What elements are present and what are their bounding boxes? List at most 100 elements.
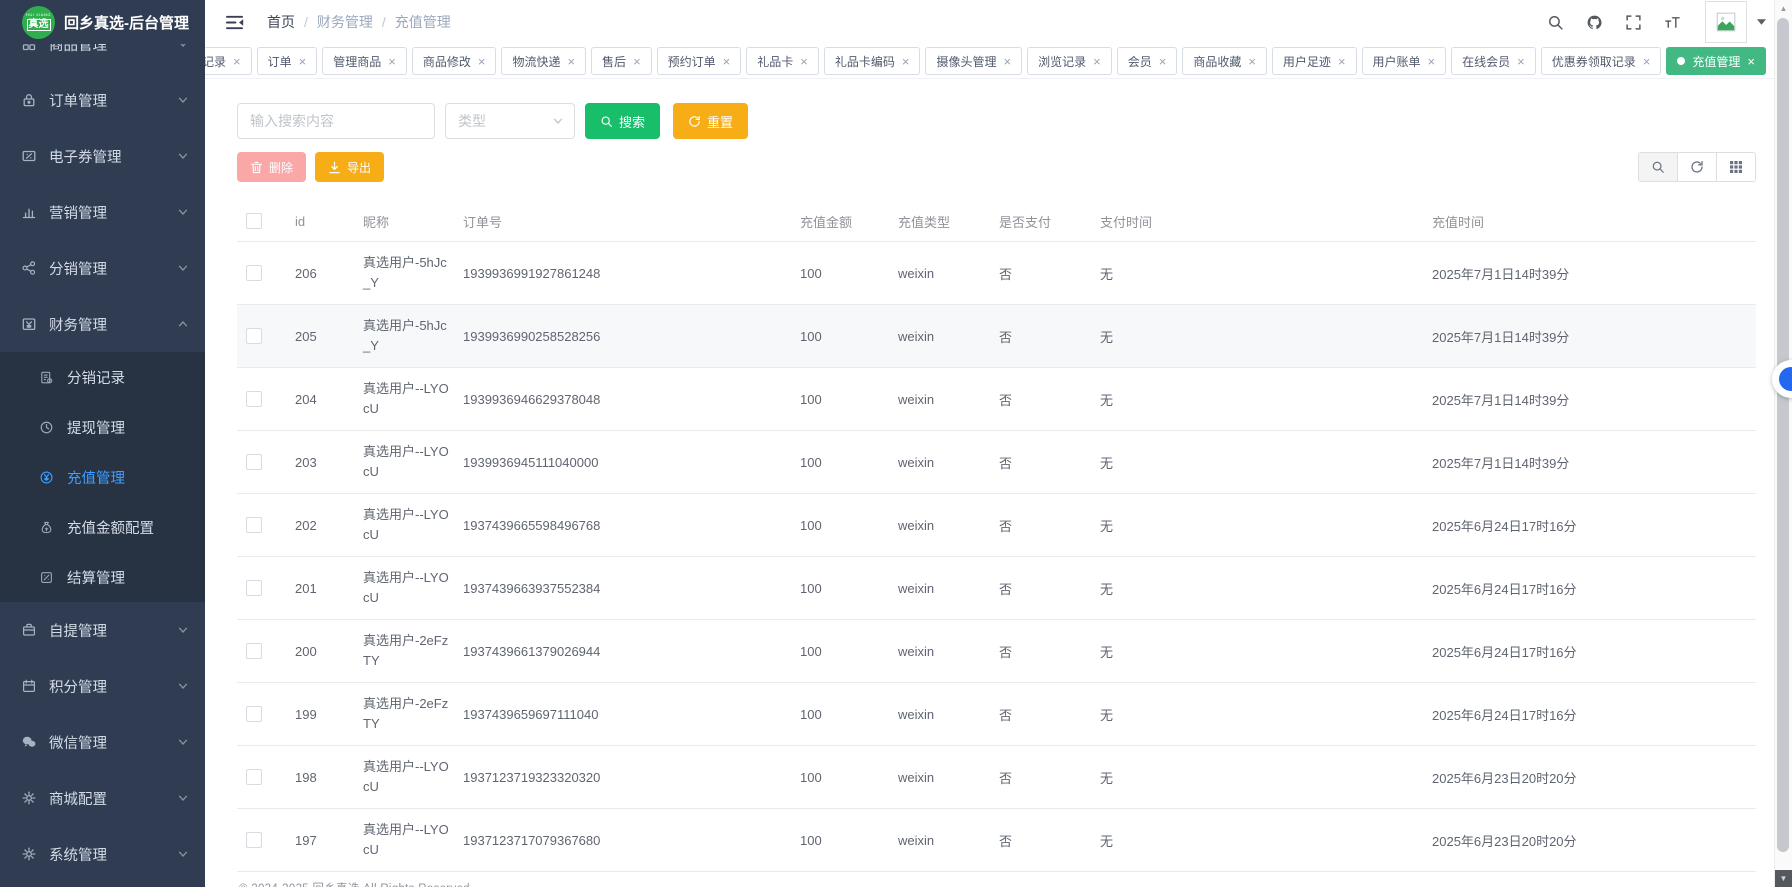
tab-商品修改[interactable]: 商品修改× bbox=[412, 47, 497, 75]
copyright: © 2024-2025 回乡真选 All Rights Reserved · bbox=[237, 872, 1756, 887]
reset-button[interactable]: 重置 bbox=[673, 103, 748, 139]
fontsize-icon[interactable] bbox=[1664, 14, 1681, 31]
tab-浏览记录[interactable]: 浏览记录× bbox=[1027, 47, 1112, 75]
close-icon[interactable]: × bbox=[233, 55, 241, 68]
refresh-view-button[interactable] bbox=[1677, 153, 1716, 181]
close-icon[interactable]: × bbox=[1159, 55, 1167, 68]
tab-礼品卡[interactable]: 礼品卡× bbox=[746, 47, 819, 75]
row-checkbox[interactable] bbox=[246, 517, 262, 533]
grid9-view-button[interactable] bbox=[1716, 153, 1755, 181]
share-icon bbox=[21, 260, 37, 276]
column-header-昵称: 昵称 bbox=[363, 212, 463, 231]
close-icon[interactable]: × bbox=[1747, 55, 1755, 68]
select-all-checkbox[interactable] bbox=[246, 213, 262, 229]
export-button[interactable]: 导出 bbox=[315, 152, 384, 182]
search-button[interactable]: 搜索 bbox=[585, 103, 660, 139]
close-icon[interactable]: × bbox=[567, 55, 575, 68]
search-view-button[interactable] bbox=[1639, 153, 1677, 181]
sidebar-subitem-充值管理[interactable]: 充值管理 bbox=[0, 452, 205, 502]
sidebar-item-营销管理[interactable]: 营销管理 bbox=[0, 184, 205, 240]
sidebar-item-电子券管理[interactable]: 电子券管理 bbox=[0, 128, 205, 184]
close-icon[interactable]: × bbox=[1093, 55, 1101, 68]
fullscreen-icon[interactable] bbox=[1625, 14, 1642, 31]
scroll-up-arrow[interactable]: ▲ bbox=[1775, 0, 1792, 16]
sidebar-subitem-结算管理[interactable]: 结算管理 bbox=[0, 552, 205, 602]
tab-label: 预约订单 bbox=[668, 53, 716, 70]
sidebar-item-商城配置[interactable]: 商城配置 bbox=[0, 770, 205, 826]
close-icon[interactable]: × bbox=[902, 55, 910, 68]
breadcrumb-item-充值管理[interactable]: 充值管理 bbox=[395, 12, 451, 32]
close-icon[interactable]: × bbox=[1004, 55, 1012, 68]
tab-物流快递[interactable]: 物流快递× bbox=[501, 47, 586, 75]
tab-商品收藏[interactable]: 商品收藏× bbox=[1182, 47, 1267, 75]
tab-在线会员[interactable]: 在线会员× bbox=[1451, 47, 1536, 75]
sidebar-item-自提管理[interactable]: 自提管理 bbox=[0, 602, 205, 658]
search-input[interactable] bbox=[237, 103, 435, 139]
close-icon[interactable]: × bbox=[1338, 55, 1346, 68]
cell-pay_time: 无 bbox=[1100, 705, 1432, 724]
close-icon[interactable]: × bbox=[299, 55, 307, 68]
github-icon[interactable] bbox=[1586, 14, 1603, 31]
delete-button-label: 删除 bbox=[269, 159, 293, 176]
tab-记录[interactable]: 记录× bbox=[205, 47, 252, 75]
user-avatar-menu[interactable] bbox=[1705, 1, 1766, 43]
row-checkbox[interactable] bbox=[246, 580, 262, 596]
scrollbar-thumb[interactable] bbox=[1777, 18, 1789, 852]
close-icon[interactable]: × bbox=[1248, 55, 1256, 68]
row-checkbox[interactable] bbox=[246, 832, 262, 848]
cell-pay_time: 无 bbox=[1100, 768, 1432, 787]
row-checkbox[interactable] bbox=[246, 265, 262, 281]
tab-订单[interactable]: 订单× bbox=[257, 47, 318, 75]
tab-优惠券领取记录[interactable]: 优惠券领取记录× bbox=[1541, 47, 1662, 75]
table-toolbar: 删除 导出 bbox=[237, 152, 1756, 182]
close-icon[interactable]: × bbox=[478, 55, 486, 68]
close-icon[interactable]: × bbox=[1517, 55, 1525, 68]
sidebar-item-微信管理[interactable]: 微信管理 bbox=[0, 714, 205, 770]
cell-pay_time: 无 bbox=[1100, 264, 1432, 283]
sidebar-subitem-分销记录[interactable]: 分销记录 bbox=[0, 352, 205, 402]
caret-down-icon bbox=[1757, 19, 1766, 25]
sidebar-subitem-提现管理[interactable]: 提现管理 bbox=[0, 402, 205, 452]
avatar[interactable] bbox=[1705, 1, 1747, 43]
row-checkbox[interactable] bbox=[246, 769, 262, 785]
sidebar-subitem-label: 分销记录 bbox=[67, 367, 205, 388]
sidebar-item-分销管理[interactable]: 分销管理 bbox=[0, 240, 205, 296]
tab-用户足迹[interactable]: 用户足迹 × bbox=[1272, 47, 1357, 75]
row-checkbox[interactable] bbox=[246, 328, 262, 344]
close-icon[interactable]: × bbox=[723, 55, 731, 68]
delete-button[interactable]: 删除 bbox=[237, 152, 306, 182]
close-icon[interactable]: × bbox=[800, 55, 808, 68]
type-select[interactable]: 类型 bbox=[445, 103, 575, 139]
close-icon[interactable]: × bbox=[388, 55, 396, 68]
close-icon[interactable]: × bbox=[1643, 55, 1651, 68]
row-checkbox[interactable] bbox=[246, 391, 262, 407]
close-icon[interactable]: × bbox=[633, 55, 641, 68]
tab-售后[interactable]: 售后× bbox=[591, 47, 652, 75]
cell-type: weixin bbox=[898, 707, 999, 722]
tab-充值管理[interactable]: 充值管理× bbox=[1666, 47, 1766, 75]
row-checkbox[interactable] bbox=[246, 643, 262, 659]
tab-label: 用户足迹 bbox=[1283, 53, 1331, 70]
sidebar-item-积分管理[interactable]: 积分管理 bbox=[0, 658, 205, 714]
row-checkbox[interactable] bbox=[246, 454, 262, 470]
row-checkbox[interactable] bbox=[246, 706, 262, 722]
sidebar-item-系统管理[interactable]: 系统管理 bbox=[0, 826, 205, 882]
sidebar-item-订单管理[interactable]: 订单管理 bbox=[0, 72, 205, 128]
breadcrumb-item-财务管理[interactable]: 财务管理 bbox=[317, 12, 373, 32]
tab-管理商品[interactable]: 管理商品× bbox=[322, 47, 407, 75]
sidebar-subitem-充值金额配置[interactable]: 充值金额配置 bbox=[0, 502, 205, 552]
tab-用户账单[interactable]: 用户账单× bbox=[1362, 47, 1447, 75]
tab-label: 摄像头管理 bbox=[936, 53, 996, 70]
tab-会员[interactable]: 会员 × bbox=[1117, 47, 1178, 75]
cell-amount: 100 bbox=[800, 644, 898, 659]
scroll-down-arrow[interactable]: ▼ bbox=[1775, 870, 1792, 887]
close-icon[interactable]: × bbox=[1428, 55, 1436, 68]
tab-摄像头管理[interactable]: 摄像头管理 × bbox=[925, 47, 1022, 75]
tab-预约订单[interactable]: 预约订单 × bbox=[657, 47, 742, 75]
tab-礼品卡编码[interactable]: 礼品卡编码× bbox=[824, 47, 921, 75]
sidebar-item-财务管理[interactable]: 财务管理 bbox=[0, 296, 205, 352]
search-icon[interactable] bbox=[1547, 14, 1564, 31]
tab-label: 会员 bbox=[1128, 53, 1152, 70]
collapse-icon[interactable] bbox=[225, 14, 244, 31]
breadcrumb-item-首页[interactable]: 首页 bbox=[267, 12, 295, 32]
